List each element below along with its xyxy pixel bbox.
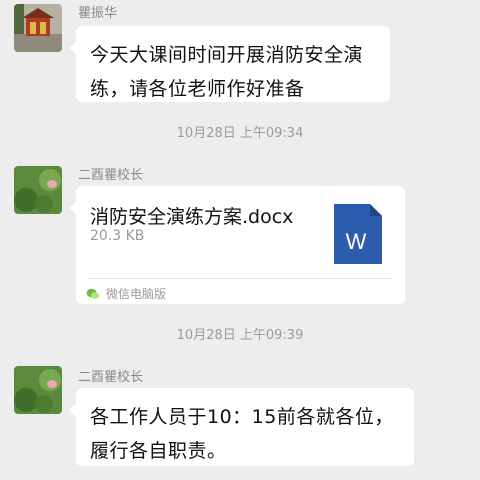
file-source-label: 微信电脑版 [106,287,167,301]
divider [88,278,393,279]
file-source: 微信电脑版 [86,285,166,301]
avatar[interactable] [14,4,62,52]
file-name: 消防安全演练方案.docx [90,206,294,228]
timestamp: 10月28日 上午09:39 [176,328,304,343]
file-size: 20.3 KB [90,228,145,244]
sender-name: 二酉瞿校长 [78,168,144,183]
avatar[interactable] [14,366,62,414]
message-text: 各工作人员于10：15前各就各位，履行各自职责。 [90,406,394,462]
avatar-lotus-photo [14,166,62,214]
wechat-icon [86,288,99,299]
timestamp: 10月28日 上午09:34 [176,126,304,141]
message-bubble[interactable]: 各工作人员于10：15前各就各位，履行各自职责。 [69,388,414,466]
sender-name: 二酉瞿校长 [78,370,144,385]
message-text: 今天大课间时间开展消防安全演练，请各位老师作好准备 [90,44,364,100]
word-doc-icon: W [334,204,382,264]
avatar-lotus-photo [14,366,62,414]
word-doc-letter: W [346,229,367,254]
sender-name: 瞿振华 [78,6,118,21]
avatar[interactable] [14,166,62,214]
file-card[interactable]: 消防安全演练方案.docx 20.3 KB W 微信电脑版 [69,186,405,304]
avatar-temple-photo [14,4,62,52]
message-bubble[interactable]: 今天大课间时间开展消防安全演练，请各位老师作好准备 [69,26,390,102]
